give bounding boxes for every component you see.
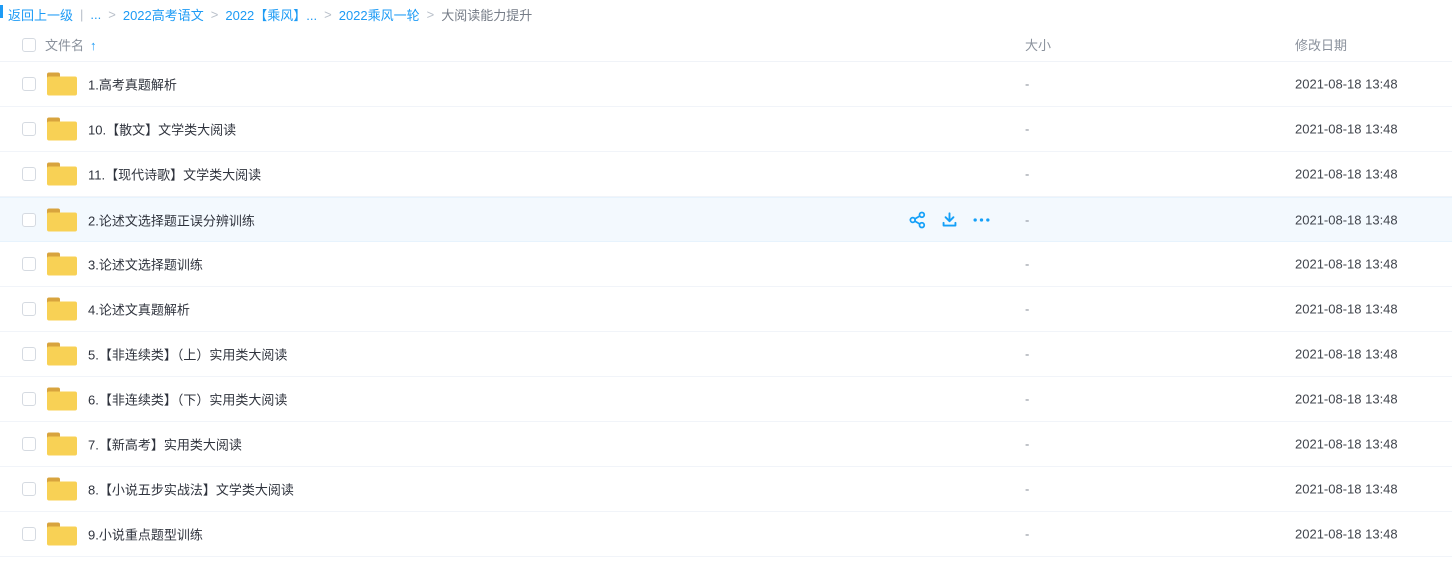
row-checkbox[interactable] xyxy=(22,167,36,181)
table-row[interactable]: 7.【新高考】实用类大阅读 xyxy=(0,422,1452,467)
row-checkbox[interactable] xyxy=(22,392,36,406)
table-row[interactable]: 11.【现代诗歌】文学类大阅读 xyxy=(0,152,1452,197)
file-name-link[interactable]: 3.论述文选择题训练 xyxy=(88,255,203,274)
file-date: 2021-08-18 13:48 xyxy=(1295,437,1398,452)
file-date: 2021-08-18 13:48 xyxy=(1295,212,1398,227)
table-row[interactable]: 6.【非连续类】（下）实用类大阅读 xyxy=(0,377,1452,422)
file-size: - xyxy=(1025,302,1029,317)
file-date: 2021-08-18 13:48 xyxy=(1295,527,1398,542)
breadcrumb-separator: > xyxy=(211,7,219,22)
file-name-link[interactable]: 6.【非连续类】（下）实用类大阅读 xyxy=(88,390,287,409)
row-checkbox[interactable] xyxy=(22,257,36,271)
file-size: - xyxy=(1025,482,1029,497)
file-date: 2021-08-18 13:48 xyxy=(1295,122,1398,137)
file-name-link[interactable]: 2.论述文选择题正误分辨训练 xyxy=(88,210,255,229)
table-row[interactable]: 5.【非连续类】（上）实用类大阅读 xyxy=(0,332,1452,377)
download-icon[interactable] xyxy=(940,210,959,229)
table-row[interactable]: 8.【小说五步实战法】文学类大阅读 xyxy=(0,467,1452,512)
breadcrumb-link-3[interactable]: 2022乘风一轮 xyxy=(339,5,420,24)
row-checkbox[interactable] xyxy=(22,527,36,541)
row-checkbox[interactable] xyxy=(22,302,36,316)
file-name-link[interactable]: 11.【现代诗歌】文学类大阅读 xyxy=(88,165,261,184)
breadcrumb-link-1[interactable]: 2022高考语文 xyxy=(123,5,204,24)
file-size: - xyxy=(1025,392,1029,407)
folder-icon xyxy=(47,388,77,411)
table-row[interactable]: 10.【散文】文学类大阅读 xyxy=(0,107,1452,152)
file-name-link[interactable]: 8.【小说五步实战法】文学类大阅读 xyxy=(88,480,294,499)
file-date: 2021-08-18 13:48 xyxy=(1295,77,1398,92)
table-row[interactable]: 1.高考真题解析 xyxy=(0,62,1452,107)
table-row[interactable]: 9.小说重点题型训练 xyxy=(0,512,1452,557)
breadcrumb-back-link[interactable]: 返回上一级 xyxy=(8,5,73,24)
breadcrumb-separator: > xyxy=(427,7,435,22)
breadcrumb: 返回上一级 | ... > 2022高考语文 > 2022【乘风】... > 2… xyxy=(0,0,1452,28)
folder-icon xyxy=(47,163,77,186)
file-size: - xyxy=(1025,77,1029,92)
file-size: - xyxy=(1025,347,1029,362)
file-table-body: 1.高考真题解析 xyxy=(0,62,1452,557)
row-checkbox[interactable] xyxy=(22,437,36,451)
folder-icon xyxy=(47,118,77,141)
column-header-name[interactable]: 文件名↑ xyxy=(45,35,97,54)
breadcrumb-link-2[interactable]: 2022【乘风】... xyxy=(225,5,317,24)
folder-icon xyxy=(47,253,77,276)
row-checkbox[interactable] xyxy=(22,347,36,361)
file-date: 2021-08-18 13:48 xyxy=(1295,482,1398,497)
select-all-checkbox[interactable] xyxy=(22,38,36,52)
table-row[interactable]: 4.论述文真题解析 xyxy=(0,287,1452,332)
table-row[interactable]: 2.论述文选择题正误分辨训练 xyxy=(0,197,1452,242)
breadcrumb-current-folder: 大阅读能力提升 xyxy=(441,5,532,24)
file-name-link[interactable]: 5.【非连续类】（上）实用类大阅读 xyxy=(88,345,287,364)
file-name-link[interactable]: 9.小说重点题型训练 xyxy=(88,525,203,544)
row-checkbox[interactable] xyxy=(22,122,36,136)
file-name-link[interactable]: 4.论述文真题解析 xyxy=(88,300,190,319)
folder-icon xyxy=(47,523,77,546)
file-size: - xyxy=(1025,527,1029,542)
file-name-link[interactable]: 10.【散文】文学类大阅读 xyxy=(88,120,236,139)
more-icon[interactable] xyxy=(972,210,991,229)
file-table-header: 文件名↑ 大小 修改日期 xyxy=(0,28,1452,62)
file-size: - xyxy=(1025,212,1029,227)
file-size: - xyxy=(1025,167,1029,182)
table-row[interactable]: 3.论述文选择题训练 xyxy=(0,242,1452,287)
breadcrumb-collapsed-link[interactable]: ... xyxy=(90,7,101,22)
file-date: 2021-08-18 13:48 xyxy=(1295,392,1398,407)
file-date: 2021-08-18 13:48 xyxy=(1295,257,1398,272)
folder-icon xyxy=(47,478,77,501)
file-size: - xyxy=(1025,257,1029,272)
breadcrumb-pipe-separator: | xyxy=(80,7,83,22)
file-name-link[interactable]: 7.【新高考】实用类大阅读 xyxy=(88,435,242,454)
file-date: 2021-08-18 13:48 xyxy=(1295,302,1398,317)
row-checkbox[interactable] xyxy=(22,482,36,496)
row-checkbox[interactable] xyxy=(22,213,36,227)
file-date: 2021-08-18 13:48 xyxy=(1295,347,1398,362)
breadcrumb-separator: > xyxy=(324,7,332,22)
column-header-date[interactable]: 修改日期 xyxy=(1295,35,1347,54)
folder-icon xyxy=(47,73,77,96)
file-size: - xyxy=(1025,122,1029,137)
column-header-size[interactable]: 大小 xyxy=(1025,35,1051,54)
folder-icon xyxy=(47,433,77,456)
file-size: - xyxy=(1025,437,1029,452)
left-edge-artifact xyxy=(0,5,3,18)
file-date: 2021-08-18 13:48 xyxy=(1295,167,1398,182)
row-hover-actions xyxy=(908,210,991,229)
sort-ascending-icon[interactable]: ↑ xyxy=(90,38,97,53)
share-icon[interactable] xyxy=(908,210,927,229)
breadcrumb-separator: > xyxy=(108,7,116,22)
folder-icon xyxy=(47,343,77,366)
folder-icon xyxy=(47,208,77,231)
row-checkbox[interactable] xyxy=(22,77,36,91)
file-name-link[interactable]: 1.高考真题解析 xyxy=(88,75,177,94)
folder-icon xyxy=(47,298,77,321)
